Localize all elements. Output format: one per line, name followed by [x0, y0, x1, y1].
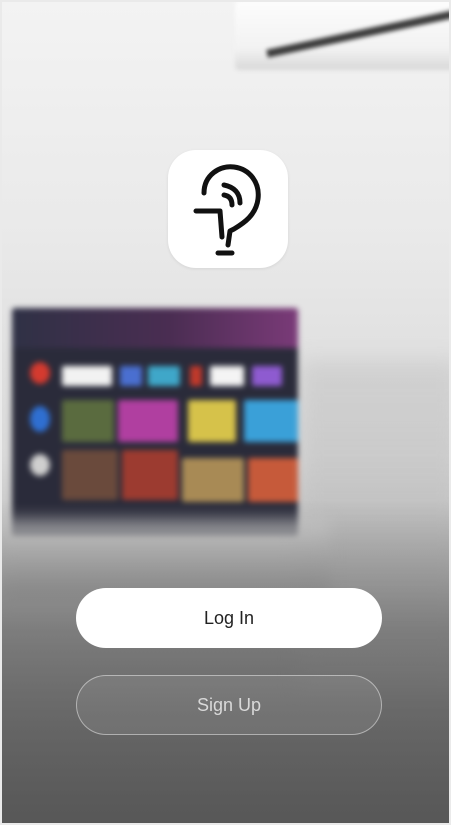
- tv-tile: [30, 362, 50, 384]
- tv-tile: [248, 458, 298, 502]
- tv-tile: [118, 400, 178, 442]
- remote-signal-hand-icon: [193, 164, 261, 256]
- tv-top-bar: [12, 308, 298, 348]
- tv-tile: [182, 458, 244, 502]
- signup-button[interactable]: Sign Up: [76, 675, 382, 735]
- tv-tile: [210, 366, 244, 386]
- login-button[interactable]: Log In: [76, 588, 382, 648]
- tv-tile: [30, 454, 50, 476]
- tv-tile: [120, 366, 142, 386]
- login-button-label: Log In: [203, 607, 255, 628]
- tv-tile: [148, 366, 180, 386]
- tv-tile: [188, 400, 236, 442]
- tv-tile: [190, 366, 202, 386]
- tv-tile: [252, 366, 282, 386]
- tv-tile: [62, 450, 118, 500]
- tv-tile: [244, 400, 298, 442]
- login-screen: Log In Sign Up: [0, 0, 451, 825]
- tv-tile: [62, 400, 114, 442]
- tv-tile: [62, 366, 112, 386]
- app-logo: [168, 150, 288, 268]
- signup-button-label: Sign Up: [196, 694, 262, 715]
- tv-tile: [122, 450, 178, 500]
- background-gradient-overlay: [0, 500, 451, 825]
- tv-tile: [30, 406, 50, 432]
